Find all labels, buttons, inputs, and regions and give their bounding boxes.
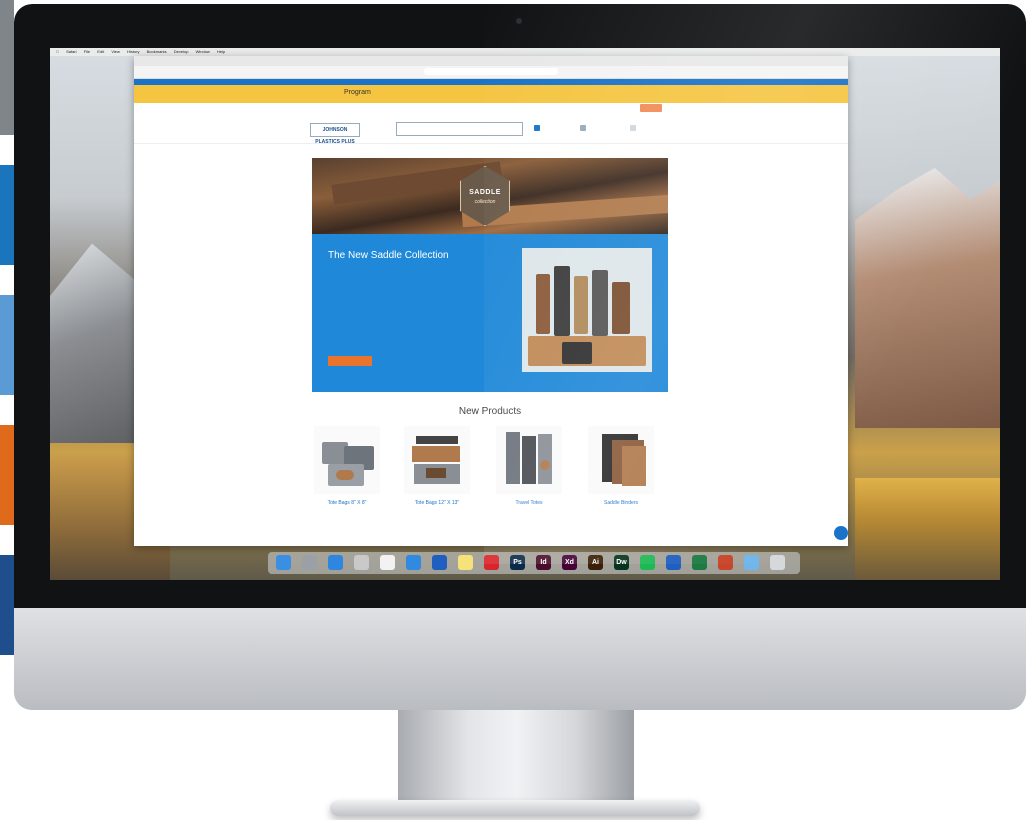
safari-icon[interactable] (406, 555, 421, 570)
product-image (554, 266, 570, 336)
powerpoint-icon[interactable] (718, 555, 733, 570)
photoshop-icon[interactable]: Ps (510, 555, 525, 570)
tote-bag-small-icon (314, 426, 380, 494)
browser-window: Program JOHNSON PLASTICS PLUS SADDLE col… (134, 56, 848, 546)
shop-now-button[interactable] (328, 356, 372, 366)
product-name[interactable]: Tote Bags 12" X 13" (404, 500, 470, 506)
product-image (574, 276, 588, 334)
camera-icon (516, 18, 522, 24)
photos-icon[interactable] (354, 555, 369, 570)
menu-item[interactable]: Bookmarks (147, 48, 167, 56)
finder-icon[interactable] (276, 555, 291, 570)
color-strips (0, 0, 14, 820)
product-name[interactable]: Saddle Binders (588, 500, 654, 506)
product-image (562, 342, 592, 364)
spotify-icon[interactable] (640, 555, 655, 570)
outlook-icon[interactable] (432, 555, 447, 570)
program-logo-suffix: Program (344, 89, 371, 96)
monitor-stand-base (330, 800, 700, 816)
trash-icon[interactable] (770, 555, 785, 570)
menu-item[interactable]: View (111, 48, 120, 56)
menu-item[interactable]: Safari (66, 48, 76, 56)
chat-icon[interactable] (834, 526, 848, 540)
browser-tabbar (134, 56, 848, 72)
binder-icon (588, 426, 654, 494)
folder-icon[interactable] (744, 555, 759, 570)
mac-dock: Ps Id Xd Ai Dw (268, 552, 800, 574)
monitor-bezel:  Safari File Edit View History Bookmark… (14, 4, 1026, 608)
monitor-chin (14, 608, 1026, 710)
menu-item[interactable]: Help (217, 48, 225, 56)
launchpad-icon[interactable] (302, 555, 317, 570)
product-image (592, 270, 608, 336)
search-input[interactable] (396, 122, 523, 136)
travel-tote-icon (496, 426, 562, 494)
strip (0, 295, 14, 395)
dock-icon-label: Ai (592, 559, 599, 566)
imac-monitor:  Safari File Edit View History Bookmark… (14, 4, 1026, 710)
site-logo[interactable]: JOHNSON PLASTICS PLUS (310, 123, 360, 145)
cart-icon[interactable] (580, 125, 586, 131)
product-card[interactable]: Saddle Binders (588, 426, 654, 512)
app-store-icon[interactable] (328, 555, 343, 570)
sign-in-button[interactable] (640, 104, 662, 112)
dock-icon-label: Xd (565, 559, 574, 566)
product-card[interactable]: Tote Bags 12" X 13" (404, 426, 470, 512)
xd-icon[interactable]: Xd (562, 555, 577, 570)
indesign-icon[interactable]: Id (536, 555, 551, 570)
wallpaper-lake-right (855, 478, 1000, 580)
account-icon[interactable] (534, 125, 540, 131)
product-card[interactable]: Travel Totes (496, 426, 562, 512)
excel-icon[interactable] (692, 555, 707, 570)
menu-item[interactable]: Window (196, 48, 210, 56)
menu-item[interactable]: History (127, 48, 139, 56)
calendar-icon[interactable] (380, 555, 395, 570)
dock-icon-label: Id (540, 559, 547, 566)
strip (0, 0, 14, 135)
badge-subtitle: collection (474, 199, 496, 205)
hero-panel: The New Saddle Collection (312, 234, 668, 392)
menu-icon[interactable] (630, 125, 636, 131)
strip (0, 165, 14, 265)
dreamweaver-icon[interactable]: Dw (614, 555, 629, 570)
monitor-stand (398, 710, 634, 806)
product-image (536, 274, 550, 334)
product-card[interactable]: Tote Bags 8" X 8" (314, 426, 380, 512)
hero-title: The New Saddle Collection (328, 250, 449, 261)
menu-item[interactable]: File (84, 48, 90, 56)
dock-icon-label: Dw (616, 559, 627, 566)
site-header: JOHNSON PLASTICS PLUS (134, 113, 848, 145)
dock-icon-label: Ps (513, 559, 522, 566)
browser-toolbar (134, 66, 848, 79)
menu-item[interactable]: Edit (97, 48, 104, 56)
product-name[interactable]: Tote Bags 8" X 8" (314, 500, 380, 506)
menu-item[interactable]: Develop (174, 48, 189, 56)
new-products-title: New Products (458, 406, 522, 417)
address-bar[interactable] (424, 68, 558, 75)
product-name[interactable]: Travel Totes (496, 500, 562, 506)
notes-icon[interactable] (458, 555, 473, 570)
top-nav (134, 103, 848, 113)
acrobat-icon[interactable] (484, 555, 499, 570)
illustrator-icon[interactable]: Ai (588, 555, 603, 570)
mac-menubar:  Safari File Edit View History Bookmark… (50, 48, 1000, 56)
apple-menu-icon[interactable]:  (56, 48, 59, 56)
strip (0, 525, 14, 555)
badge-title: SADDLE (469, 189, 501, 196)
strip (0, 395, 14, 425)
tote-bag-large-icon (404, 426, 470, 494)
hero-banner-image: SADDLE collection (312, 158, 668, 234)
desktop-screen:  Safari File Edit View History Bookmark… (50, 48, 1000, 580)
hero-product-photo[interactable] (522, 248, 652, 372)
wallpaper-mountain-right (855, 168, 1000, 428)
promo-banner: Program (134, 85, 848, 103)
product-image (612, 282, 630, 334)
strip (0, 135, 14, 165)
strip (0, 265, 14, 295)
strip (0, 555, 14, 655)
strip (0, 425, 14, 525)
word-icon[interactable] (666, 555, 681, 570)
